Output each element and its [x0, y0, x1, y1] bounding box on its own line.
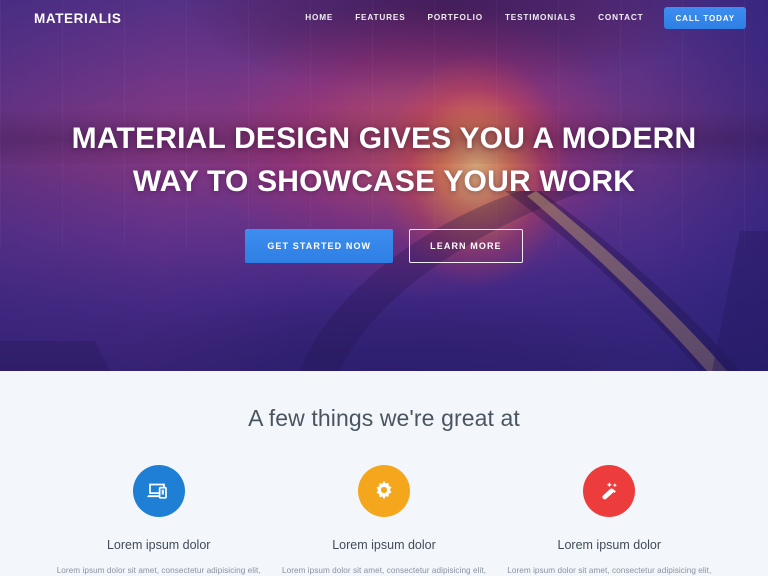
- landing-page: MATERIALIS HOME FEATURES PORTFOLIO TESTI…: [0, 0, 768, 576]
- feature-card-text: Lorem ipsum dolor sit amet, consectetur …: [507, 566, 712, 575]
- devices-responsive-icon: [132, 465, 185, 517]
- nav-links: HOME FEATURES PORTFOLIO TESTIMONIALS CON…: [294, 0, 746, 36]
- nav-link-testimonials[interactable]: TESTIMONIALS: [494, 0, 587, 36]
- feature-card-text: Lorem ipsum dolor sit amet, consectetur …: [56, 566, 261, 575]
- hero-title: MATERIAL DESIGN GIVES YOU A MODERN WAY T…: [0, 118, 768, 203]
- feature-card-list: Lorem ipsum dolor Lorem ipsum dolor sit …: [0, 465, 768, 576]
- top-navigation-bar: MATERIALIS HOME FEATURES PORTFOLIO TESTI…: [0, 0, 768, 36]
- feature-card: Lorem ipsum dolor Lorem ipsum dolor sit …: [271, 465, 496, 576]
- hero-title-line-2: WAY TO SHOWCASE YOUR WORK: [132, 164, 636, 198]
- features-section: A few things we're great at Lorem ipsum …: [0, 371, 768, 576]
- get-started-button[interactable]: GET STARTED NOW: [245, 229, 394, 264]
- feature-card-title: Lorem ipsum dolor: [106, 538, 211, 552]
- feature-card: Lorem ipsum dolor Lorem ipsum dolor sit …: [497, 465, 722, 576]
- feature-card-text: Lorem ipsum dolor sit amet, consectetur …: [281, 566, 486, 575]
- learn-more-button[interactable]: LEARN MORE: [409, 229, 523, 264]
- site-logo[interactable]: MATERIALIS: [34, 11, 122, 26]
- nav-link-features[interactable]: FEATURES: [344, 0, 416, 36]
- hero-section: MATERIALIS HOME FEATURES PORTFOLIO TESTI…: [0, 0, 768, 371]
- nav-link-portfolio[interactable]: PORTFOLIO: [417, 0, 494, 36]
- gear-icon: [357, 465, 410, 517]
- call-today-button[interactable]: CALL TODAY: [664, 7, 746, 29]
- feature-card-title: Lorem ipsum dolor: [332, 538, 436, 552]
- feature-card: Lorem ipsum dolor Lorem ipsum dolor sit …: [46, 465, 271, 576]
- hero-button-group: GET STARTED NOW LEARN MORE: [0, 229, 768, 264]
- feature-card-title: Lorem ipsum dolor: [557, 538, 662, 552]
- hero-title-line-1: MATERIAL DESIGN GIVES YOU A MODERN: [71, 122, 697, 155]
- magic-wand-icon: [583, 465, 636, 517]
- nav-link-home[interactable]: HOME: [294, 0, 344, 36]
- hero-content: MATERIAL DESIGN GIVES YOU A MODERN WAY T…: [0, 118, 768, 264]
- nav-link-contact[interactable]: CONTACT: [587, 0, 654, 36]
- features-heading: A few things we're great at: [248, 405, 520, 431]
